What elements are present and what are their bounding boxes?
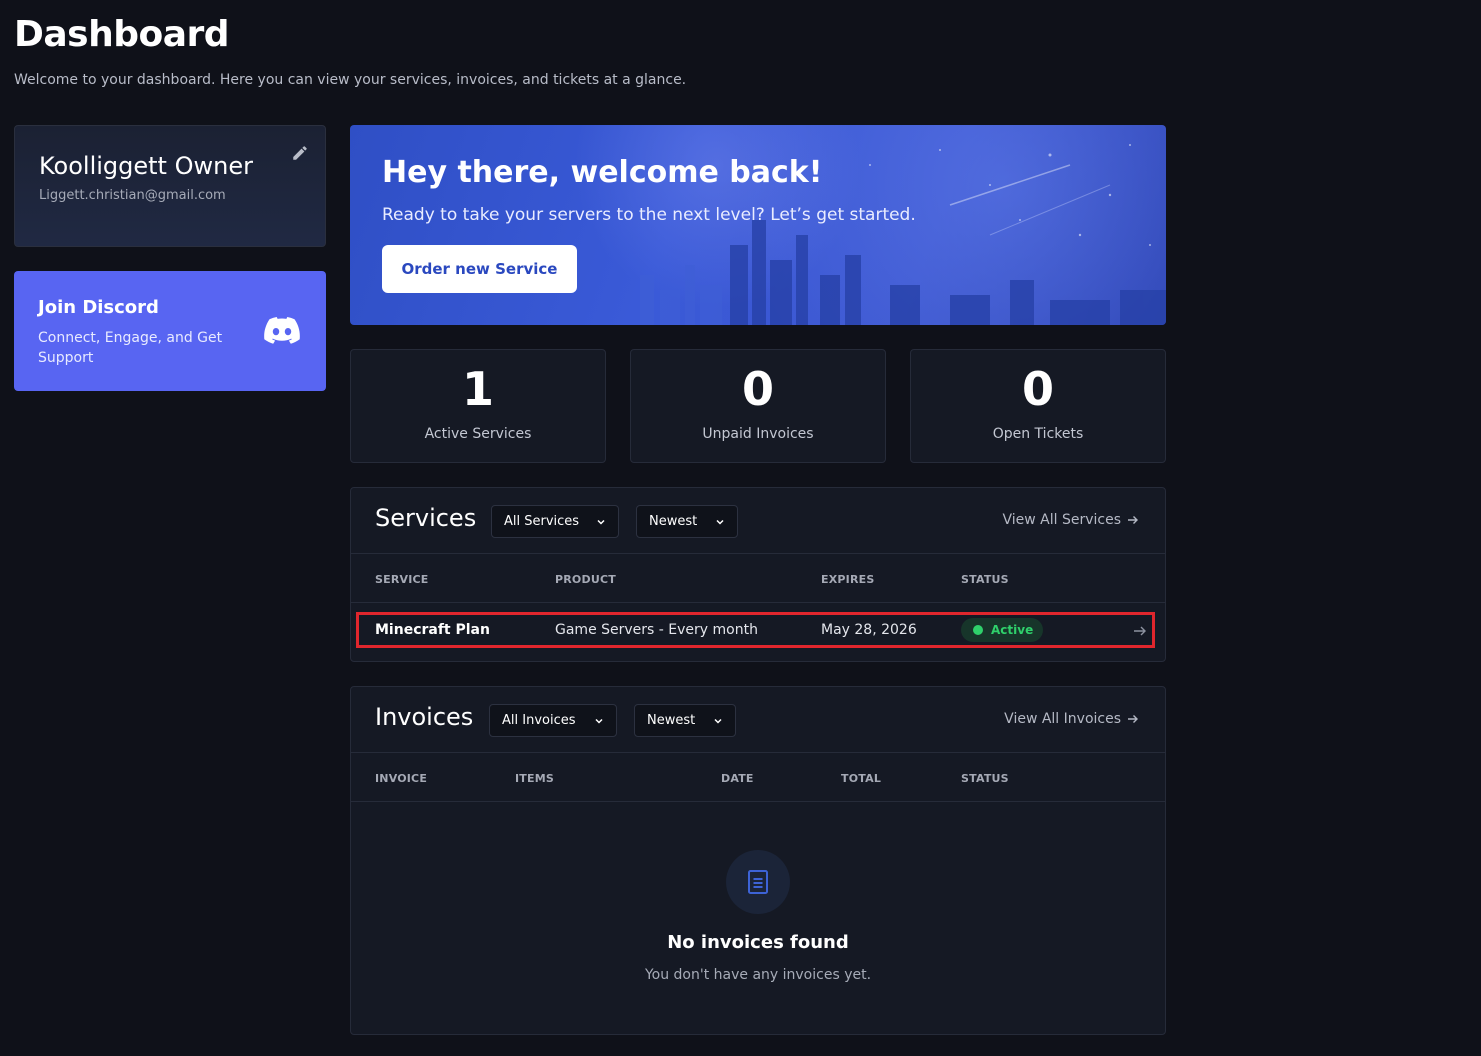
services-table-header: SERVICE PRODUCT EXPIRES STATUS	[351, 554, 1165, 603]
column-header: STATUS	[961, 573, 1009, 586]
stat-value: 1	[461, 362, 494, 416]
stat-active-services[interactable]: 1 Active Services	[350, 349, 606, 463]
profile-email: Liggett.christian@gmail.com	[39, 188, 226, 203]
view-all-label: View All Services	[1002, 512, 1121, 528]
stat-label: Active Services	[424, 426, 532, 442]
discord-description: Connect, Engage, and Get Support	[38, 330, 223, 366]
document-icon	[748, 870, 768, 894]
profile-name: Koolliggett Owner	[39, 152, 253, 180]
column-header: EXPIRES	[821, 573, 875, 586]
column-header: PRODUCT	[555, 573, 616, 586]
invoices-title: Invoices	[375, 703, 474, 731]
page-subtitle: Welcome to your dashboard. Here you can …	[14, 72, 687, 88]
stat-label: Unpaid Invoices	[702, 426, 814, 442]
empty-icon-circle	[726, 850, 790, 914]
arrow-right-icon	[1128, 715, 1138, 723]
services-title: Services	[375, 504, 477, 532]
arrow-right-icon[interactable]	[1133, 624, 1147, 638]
services-header: Services All Services Newest View All Se…	[351, 488, 1165, 554]
dropdown-label: All Services	[504, 514, 580, 529]
view-all-services-link[interactable]: View All Services	[1002, 512, 1139, 528]
invoices-empty-state: No invoices found You don't have any inv…	[351, 802, 1165, 1034]
table-row[interactable]: Minecraft Plan Game Servers - Every mont…	[351, 603, 1165, 659]
view-all-invoices-link[interactable]: View All Invoices	[1004, 711, 1139, 727]
column-header: DATE	[721, 772, 754, 785]
invoices-filter-dropdown[interactable]: All Invoices	[489, 704, 617, 737]
service-product: Game Servers - Every month	[555, 622, 758, 638]
chevron-down-icon	[597, 519, 605, 525]
status-badge: Active	[961, 618, 1043, 642]
stat-value: 0	[741, 362, 774, 416]
stat-open-tickets[interactable]: 0 Open Tickets	[910, 349, 1166, 463]
view-all-label: View All Invoices	[1004, 711, 1121, 727]
chevron-down-icon	[716, 519, 724, 525]
stat-value: 0	[1021, 362, 1054, 416]
services-sort-dropdown[interactable]: Newest	[636, 505, 738, 538]
service-name: Minecraft Plan	[375, 622, 490, 638]
status-label: Active	[991, 623, 1034, 637]
chevron-down-icon	[595, 718, 603, 724]
dropdown-label: All Invoices	[502, 713, 576, 728]
pencil-icon[interactable]	[291, 144, 309, 162]
column-header: TOTAL	[841, 772, 882, 785]
join-discord-card[interactable]: Join Discord Connect, Engage, and Get Su…	[14, 271, 326, 391]
invoices-sort-dropdown[interactable]: Newest	[634, 704, 736, 737]
welcome-banner: Hey there, welcome back! Ready to take y…	[350, 125, 1166, 325]
order-new-service-button[interactable]: Order new Service	[382, 245, 577, 293]
discord-title: Join Discord	[38, 297, 159, 318]
dropdown-label: Newest	[649, 514, 698, 529]
chevron-down-icon	[714, 718, 722, 724]
empty-subtitle: You don't have any invoices yet.	[644, 967, 872, 983]
column-header: STATUS	[961, 772, 1009, 785]
check-circle-icon	[973, 625, 983, 635]
stat-unpaid-invoices[interactable]: 0 Unpaid Invoices	[630, 349, 886, 463]
banner-title: Hey there, welcome back!	[382, 155, 823, 190]
column-header: ITEMS	[515, 772, 554, 785]
service-expires: May 28, 2026	[821, 622, 917, 638]
empty-title: No invoices found	[667, 932, 849, 953]
discord-icon	[264, 317, 300, 344]
invoices-table-header: INVOICE ITEMS DATE TOTAL STATUS	[351, 753, 1165, 802]
services-filter-dropdown[interactable]: All Services	[491, 505, 619, 538]
stat-label: Open Tickets	[992, 426, 1084, 442]
dropdown-label: Newest	[647, 713, 696, 728]
invoices-panel: Invoices All Invoices Newest View All In…	[350, 686, 1166, 1035]
invoices-header: Invoices All Invoices Newest View All In…	[351, 687, 1165, 753]
page-title: Dashboard	[14, 14, 230, 55]
profile-card: Koolliggett Owner Liggett.christian@gmai…	[14, 125, 326, 247]
services-panel: Services All Services Newest View All Se…	[350, 487, 1166, 662]
arrow-right-icon	[1128, 516, 1138, 524]
column-header: SERVICE	[375, 573, 429, 586]
column-header: INVOICE	[375, 772, 428, 785]
banner-subtitle: Ready to take your servers to the next l…	[382, 205, 916, 225]
